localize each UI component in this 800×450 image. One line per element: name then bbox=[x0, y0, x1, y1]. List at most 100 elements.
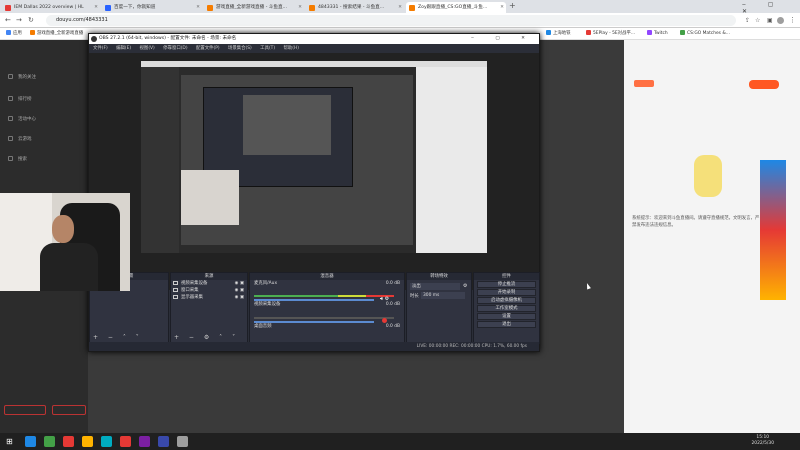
profile-avatar[interactable] bbox=[777, 17, 784, 24]
close-icon[interactable]: ✕ bbox=[398, 2, 402, 13]
bookmark-5eplay[interactable]: 5EPlay - 5E对战平... bbox=[586, 29, 635, 39]
stop-streaming-button[interactable]: 停止推流 bbox=[477, 281, 536, 288]
transition-select[interactable]: 淡出 bbox=[410, 283, 460, 290]
nav-events[interactable]: 活动中心 bbox=[8, 116, 36, 122]
pc-download-button[interactable] bbox=[749, 80, 779, 89]
menu-edit[interactable]: 编辑(E) bbox=[116, 46, 131, 51]
streamer-body bbox=[40, 243, 98, 291]
studio-mode-button[interactable]: 工作室模式 bbox=[477, 305, 536, 312]
extension-icon[interactable]: ▣ bbox=[767, 16, 773, 25]
taskbar-app-icon[interactable] bbox=[101, 436, 112, 447]
menu-scene-collection[interactable]: 场景集合(S) bbox=[228, 46, 252, 51]
channel-name: 麦克风/Aux bbox=[254, 281, 278, 286]
douyu-button-right[interactable] bbox=[52, 405, 86, 415]
nav-cloud-game[interactable]: 云游戏 bbox=[8, 136, 32, 142]
taskbar-app-icon[interactable] bbox=[63, 436, 74, 447]
bookmark-hltv[interactable]: CS:GO Matches &... bbox=[680, 29, 730, 39]
new-tab-button[interactable]: + bbox=[509, 1, 516, 10]
obs-preview[interactable]: 滤镜 滤镜 bbox=[89, 53, 539, 290]
tab-baidu[interactable]: 百度一下，你就知道 ✕ bbox=[102, 2, 202, 13]
nav-follow[interactable]: 我的关注 bbox=[8, 74, 36, 80]
mascot-image bbox=[694, 155, 722, 197]
tab-iem[interactable]: IEM Dallas 2022 overview | HL ✕ bbox=[2, 2, 100, 13]
scene-toolbar[interactable]: + − ˄ ˅ bbox=[93, 334, 143, 341]
tab-douyu-search[interactable]: 4843331 - 搜索结果 - 斗鱼直... ✕ bbox=[306, 2, 404, 13]
source-toolbar[interactable]: + − ⚙ ˄ ˅ bbox=[174, 334, 239, 341]
tab-douyu-zoy[interactable]: Zoy跟跟直播_CS:GO直播_斗鱼... ✕ bbox=[406, 2, 506, 13]
nested-sidebar bbox=[141, 67, 179, 253]
menu-docks[interactable]: 停靠窗口(D) bbox=[163, 46, 187, 51]
source-item[interactable]: 视频采集设备 ◉ ▣ bbox=[171, 280, 247, 287]
channel-name: 桌面音频 bbox=[254, 324, 272, 329]
menu-help[interactable]: 帮助(H) bbox=[283, 46, 299, 51]
star-icon[interactable]: ☆ bbox=[755, 16, 760, 25]
url-input[interactable]: douyu.com/4843331 bbox=[46, 15, 736, 26]
menu-view[interactable]: 视图(V) bbox=[140, 46, 155, 51]
source-label: 显示器采集 bbox=[181, 295, 203, 300]
close-icon[interactable]: ✕ bbox=[196, 2, 200, 13]
taskbar-app-icon[interactable] bbox=[82, 436, 93, 447]
tab-label: Zoy跟跟直播_CS:GO直播_斗鱼... bbox=[418, 5, 488, 10]
visibility-icon[interactable]: ◉ ▣ bbox=[235, 287, 244, 294]
share-icon[interactable]: ⇪ bbox=[745, 16, 750, 25]
metro-icon bbox=[546, 30, 551, 35]
duration-input[interactable]: 300 ms bbox=[421, 292, 465, 299]
taskbar-app-icon[interactable] bbox=[44, 436, 55, 447]
menu-profile[interactable]: 配置文件(P) bbox=[196, 46, 220, 51]
close-icon[interactable]: ✕ bbox=[94, 2, 98, 13]
reload-icon[interactable]: ↻ bbox=[28, 16, 34, 25]
tab-douyu-home[interactable]: 游戏直播_全新游戏直播 - 斗鱼直... ✕ bbox=[204, 2, 304, 13]
nav-rank[interactable]: 排行榜 bbox=[8, 96, 32, 102]
close-icon[interactable]: ✕ bbox=[298, 2, 302, 13]
channel-name: 视频采集设备 bbox=[254, 302, 281, 307]
nav-label: 活动中心 bbox=[18, 117, 36, 122]
back-icon[interactable]: ← bbox=[5, 16, 11, 25]
settings-button[interactable]: 设置 bbox=[477, 313, 536, 320]
obs-window-controls[interactable]: ‒ ▢ ✕ bbox=[471, 34, 535, 44]
close-icon[interactable]: ✕ bbox=[500, 2, 504, 13]
nav-search[interactable]: 搜索 bbox=[8, 156, 27, 162]
taskbar-app-icon[interactable] bbox=[25, 436, 36, 447]
chat-tab-badge[interactable] bbox=[634, 80, 654, 87]
volume-meter bbox=[254, 295, 394, 297]
tab-label: 4843331 - 搜索结果 - 斗鱼直... bbox=[318, 5, 385, 10]
nested-webcam bbox=[181, 170, 239, 225]
taskbar-app-icon[interactable] bbox=[177, 436, 188, 447]
bookmark-apps[interactable]: 应用 bbox=[6, 29, 22, 39]
visibility-icon[interactable]: ◉ ▣ bbox=[235, 294, 244, 301]
streamer-face bbox=[52, 215, 74, 243]
channel-level: 0.0 dB bbox=[385, 324, 400, 329]
menu-icon[interactable]: ⋮ bbox=[789, 16, 796, 25]
taskbar-app-icon[interactable] bbox=[139, 436, 150, 447]
bookmark-douyu[interactable]: 游戏直播_全新游戏直播 bbox=[30, 29, 83, 39]
bookmark-metro[interactable]: 上海地铁 bbox=[546, 29, 571, 39]
nested-stream bbox=[181, 75, 413, 245]
source-item[interactable]: 窗口采集 ◉ ▣ bbox=[171, 287, 247, 294]
event-icon bbox=[8, 116, 13, 121]
nav-label: 云游戏 bbox=[18, 137, 32, 142]
gear-icon[interactable]: ⚙ bbox=[463, 283, 467, 289]
forward-icon[interactable]: → bbox=[16, 16, 22, 25]
source-label: 窗口采集 bbox=[181, 288, 199, 293]
obs-title-text: OBS 27.2.1 (64-bit, windows) - 配置文件: 未命名… bbox=[99, 36, 237, 41]
virtual-camera-button[interactable]: 启动虚拟摄像机 bbox=[477, 297, 536, 304]
obs-window[interactable]: OBS 27.2.1 (64-bit, windows) - 配置文件: 未命名… bbox=[88, 33, 540, 352]
menu-file[interactable]: 文件(F) bbox=[93, 46, 108, 51]
side-banner-image[interactable] bbox=[760, 160, 786, 300]
window-icon bbox=[173, 288, 178, 292]
source-item[interactable]: 显示器采集 ◉ ▣ bbox=[171, 294, 247, 301]
visibility-icon[interactable]: ◉ ▣ bbox=[235, 280, 244, 287]
bookmark-label: 上海地铁 bbox=[553, 31, 571, 36]
search-icon bbox=[8, 156, 13, 161]
taskbar-app-icon[interactable] bbox=[120, 436, 131, 447]
dock-title: 来源 bbox=[171, 273, 247, 280]
bookmark-twitch[interactable]: Twitch bbox=[647, 29, 668, 39]
taskbar-app-icon[interactable] bbox=[158, 436, 169, 447]
windows-start-icon[interactable]: ⊞ bbox=[6, 436, 17, 447]
exit-button[interactable]: 退出 bbox=[477, 321, 536, 328]
menu-tools[interactable]: 工具(T) bbox=[260, 46, 275, 51]
system-clock[interactable]: 15:10 2022/5/30 bbox=[751, 435, 774, 447]
start-recording-button[interactable]: 开始录制 bbox=[477, 289, 536, 296]
obs-titlebar[interactable]: OBS 27.2.1 (64-bit, windows) - 配置文件: 未命名… bbox=[89, 34, 539, 44]
douyu-button-left[interactable] bbox=[4, 405, 46, 415]
